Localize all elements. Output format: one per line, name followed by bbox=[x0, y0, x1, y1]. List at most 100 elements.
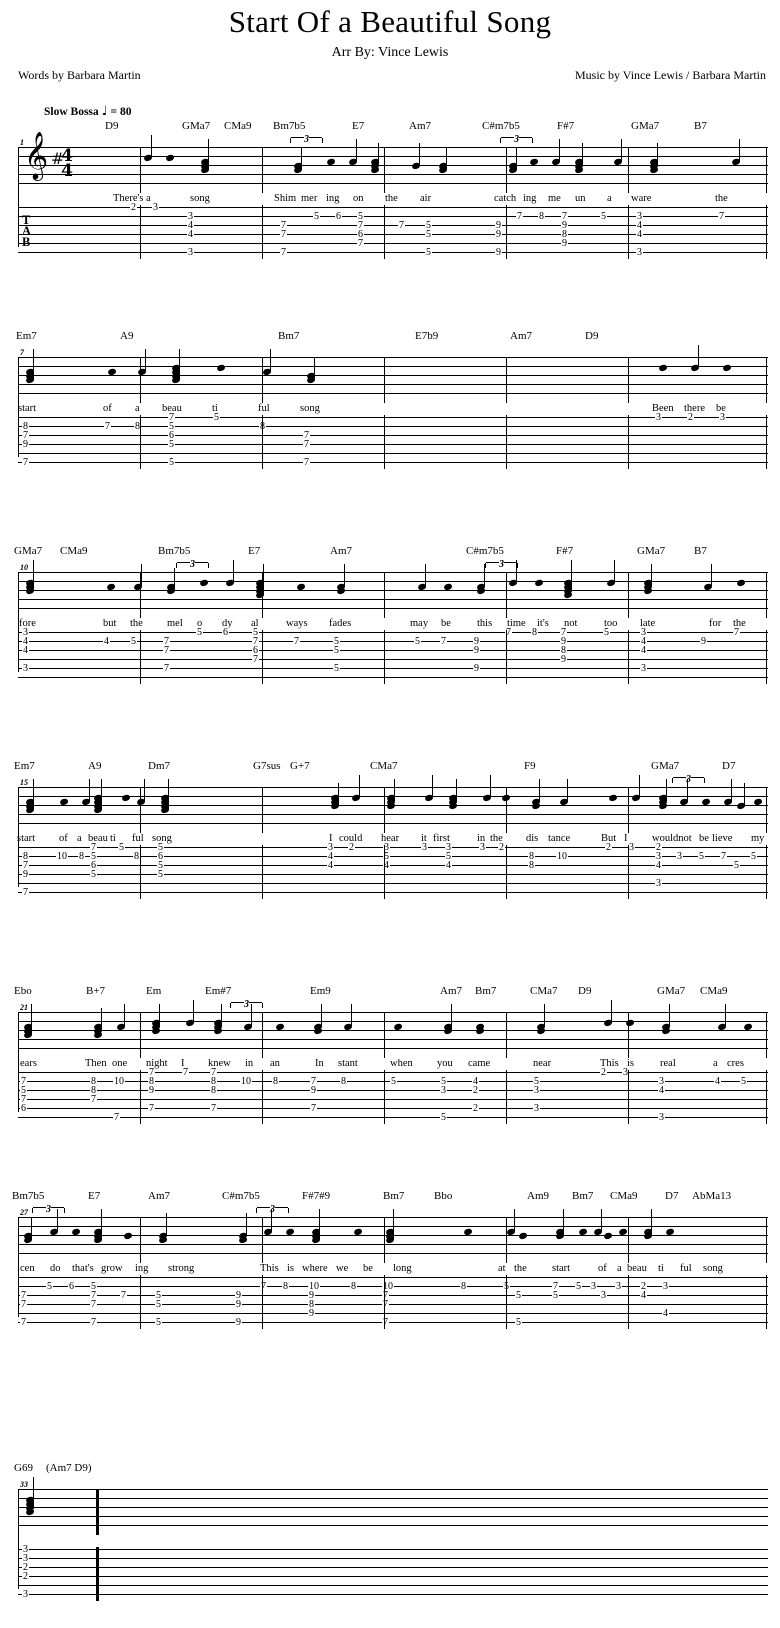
lyric-syllable: ing bbox=[523, 193, 537, 204]
tab-fret-number: 5 bbox=[515, 1290, 522, 1301]
tab-fret-number: 2 bbox=[472, 1103, 479, 1114]
lyric-syllable: song bbox=[190, 193, 210, 204]
lyric-syllable: In bbox=[315, 1058, 324, 1069]
time-signature: 44 bbox=[61, 146, 73, 181]
tab-line bbox=[18, 1313, 768, 1315]
chord-symbol: Bm7 bbox=[475, 985, 497, 997]
tuplet-row: 33 bbox=[0, 1204, 780, 1217]
chord-row: Em7 A9 Dm7 G7sus G+7 CMa7 F9 GMa7 D7 bbox=[0, 760, 780, 774]
chord-symbol: AbMa13 bbox=[692, 1190, 732, 1202]
note-stem bbox=[101, 1008, 103, 1030]
note-stem bbox=[31, 1012, 33, 1034]
note-stem bbox=[179, 357, 181, 379]
chord-symbol: B+7 bbox=[86, 985, 106, 997]
barline bbox=[766, 630, 768, 684]
note-stem bbox=[582, 143, 584, 165]
lyric-syllable: un bbox=[575, 193, 586, 204]
barline bbox=[628, 572, 630, 618]
note-stem bbox=[101, 787, 103, 809]
lyric-syllable: this bbox=[477, 618, 493, 629]
chord-symbol: D9 bbox=[105, 120, 119, 132]
tab-fret-number: 7 bbox=[280, 229, 287, 240]
tablature-staff: 8797787565558777323 bbox=[0, 413, 780, 471]
note-stem bbox=[321, 1004, 323, 1026]
note-stem bbox=[193, 1000, 195, 1022]
lyric-syllable: dis bbox=[526, 833, 539, 844]
lyric-syllable: mer bbox=[301, 193, 318, 204]
staff-line bbox=[18, 814, 768, 816]
notehead bbox=[658, 801, 668, 810]
note-stem bbox=[221, 1004, 223, 1026]
lyric-syllable: ti bbox=[110, 833, 116, 844]
words-credit: Words by Barbara Martin bbox=[18, 68, 141, 82]
tab-fret-number: 7 bbox=[20, 1299, 27, 1310]
tab-fret-number: 7 bbox=[303, 439, 310, 450]
note-stem bbox=[425, 564, 427, 586]
note-stem bbox=[621, 139, 623, 161]
lyric-syllable: start bbox=[18, 403, 37, 414]
barline bbox=[766, 205, 768, 259]
barline bbox=[766, 1275, 768, 1329]
barline bbox=[766, 357, 768, 403]
barline bbox=[140, 357, 142, 403]
tab-line bbox=[18, 1322, 768, 1324]
note-stem bbox=[208, 147, 210, 169]
tab-fret-number: 7 bbox=[733, 627, 740, 638]
note-stem bbox=[571, 568, 573, 590]
measure-number: 33 bbox=[20, 1480, 28, 1489]
staff-line bbox=[18, 1525, 768, 1527]
tuplet-bracket: 3 bbox=[500, 134, 533, 145]
tab-fret-number: 5 bbox=[575, 1281, 582, 1292]
notehead bbox=[658, 363, 668, 372]
barline bbox=[506, 845, 508, 899]
music-system: Em7 A9 Bm7 E7b9 Am7 D9 7 start of a beau ti ful song B… bbox=[0, 330, 780, 471]
tab-fret-number: 3 bbox=[590, 1281, 597, 1292]
lyric-syllable: my bbox=[751, 833, 765, 844]
barline bbox=[262, 357, 264, 403]
staff-line bbox=[18, 384, 768, 386]
quarter-note-icon: ♩ bbox=[101, 104, 108, 119]
tab-fret-number: 9 bbox=[308, 1308, 315, 1319]
tab-line bbox=[18, 1567, 768, 1569]
tab-fret-number: 9 bbox=[495, 229, 502, 240]
tuplet-bracket: 3 bbox=[256, 1204, 289, 1215]
lyric-syllable: near bbox=[533, 1058, 552, 1069]
tab-fret-number: 8 bbox=[350, 1281, 357, 1292]
barline bbox=[628, 1012, 630, 1058]
tab-fret-number: 9 bbox=[473, 663, 480, 674]
tab-fret-number: 8 bbox=[340, 1076, 347, 1087]
tab-fret-number: 8 bbox=[538, 211, 545, 222]
tab-fret-number: 5 bbox=[168, 439, 175, 450]
note-stem bbox=[89, 779, 91, 801]
tab-fret-number: 4 bbox=[658, 1085, 665, 1096]
chord-symbol: Bm7 bbox=[278, 330, 300, 342]
lyric-syllable: on bbox=[353, 193, 364, 204]
tab-fret-number: 4 bbox=[640, 645, 647, 656]
staff-line bbox=[18, 1030, 768, 1032]
tab-fret-number: 5 bbox=[414, 636, 421, 647]
chord-symbol: E7 bbox=[248, 545, 261, 557]
tab-fret-number: 5 bbox=[46, 1281, 53, 1292]
tab-fret-number: 7 bbox=[120, 1290, 127, 1301]
tab-fret-number: 4 bbox=[714, 1076, 721, 1087]
measure-number: 15 bbox=[20, 778, 28, 787]
tab-line bbox=[18, 252, 768, 254]
tab-line bbox=[18, 1585, 768, 1587]
notehead bbox=[213, 1026, 223, 1035]
tab-fret-number: 7 bbox=[718, 211, 725, 222]
chord-symbol: Bm7 bbox=[572, 1190, 594, 1202]
note-stem bbox=[233, 560, 235, 582]
staff-line bbox=[18, 1012, 768, 1014]
tab-fret-number: 7 bbox=[293, 636, 300, 647]
tab-fret-number: 7 bbox=[720, 851, 727, 862]
chord-symbol: Bm7b5 bbox=[273, 120, 306, 132]
barline bbox=[140, 787, 142, 833]
lyric-syllable: ful bbox=[680, 1263, 692, 1274]
chord-symbol: F9 bbox=[524, 760, 536, 772]
lyric-row: start of a beau ti ful song Been there be bbox=[0, 403, 780, 417]
chord-symbol: Am9 bbox=[527, 1190, 549, 1202]
notehead bbox=[121, 793, 131, 802]
notehead bbox=[336, 586, 346, 595]
barline bbox=[140, 572, 142, 618]
tab-line bbox=[18, 1304, 768, 1306]
